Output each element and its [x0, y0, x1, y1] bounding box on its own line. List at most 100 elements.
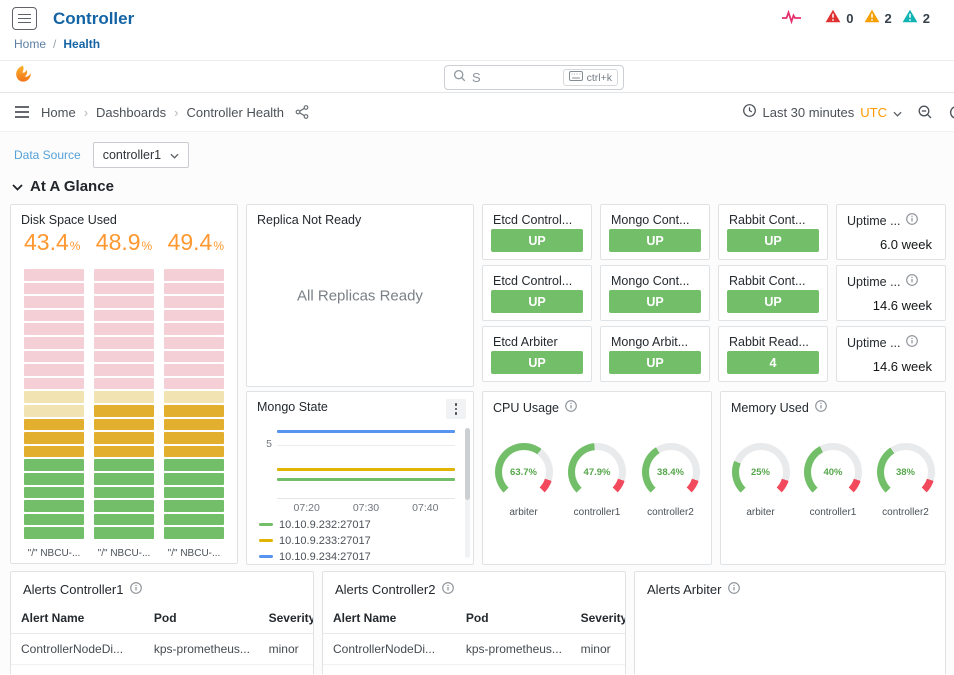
status-value: UP	[609, 351, 701, 374]
legend-item[interactable]: 10.10.9.233:27017	[259, 534, 371, 547]
status-title: Etcd Control...	[483, 266, 591, 290]
info-icon[interactable]	[906, 274, 918, 289]
status-title: Rabbit Cont...	[719, 205, 827, 229]
datasource-label[interactable]: Data Source	[14, 148, 81, 162]
disk-gauge-segment	[164, 487, 224, 499]
gauge-label: arbiter	[728, 507, 794, 518]
disk-gauge-segment	[24, 337, 84, 349]
gauge: 38% controller2	[873, 443, 939, 518]
legend-color-dash	[259, 555, 273, 558]
scrollbar-thumb[interactable]	[465, 428, 470, 500]
time-range-picker[interactable]: Last 30 minutes UTC	[742, 103, 903, 121]
disk-gauge-segment	[164, 514, 224, 526]
critical-alerts-indicator[interactable]: 0	[825, 9, 853, 28]
info-icon[interactable]	[442, 582, 454, 597]
disk-gauge-segment	[94, 527, 154, 539]
grafana-menu-icon[interactable]	[14, 105, 30, 119]
disk-gauge-segment	[164, 473, 224, 485]
warning-alerts-indicator[interactable]: 2	[864, 9, 892, 28]
disk-gauge-segment	[94, 296, 154, 308]
disk-gauge-segment	[24, 473, 84, 485]
info-alerts-indicator[interactable]: 2	[902, 9, 930, 28]
disk-stat-value: 49.4	[168, 229, 213, 255]
grafana-crumb-current[interactable]: Controller Health	[186, 105, 284, 120]
x-axis-tick: 07:40	[412, 502, 438, 514]
legend-item[interactable]: 10.10.9.234:27017	[259, 550, 371, 563]
disk-gauge-column	[94, 269, 154, 539]
info-icon[interactable]	[906, 213, 918, 228]
timezone-label: UTC	[860, 105, 887, 120]
zoom-out-icon[interactable]	[917, 104, 933, 120]
clock-icon	[742, 103, 757, 121]
search-input[interactable]: S ctrl+k	[444, 65, 624, 90]
app-menu-button[interactable]	[12, 7, 37, 30]
gauge-label: controller1	[564, 507, 630, 518]
status-value: UP	[491, 229, 583, 252]
panel-title-text: Memory Used	[731, 401, 809, 415]
grafana-crumb-home[interactable]: Home	[41, 105, 76, 120]
disk-gauge-segment	[94, 446, 154, 458]
refresh-icon[interactable]	[948, 104, 954, 121]
legend-item[interactable]: 10.10.9.232:27017	[259, 518, 371, 531]
status-panel: Etcd Arbiter UP	[482, 326, 592, 382]
grafana-crumb-separator: ›	[84, 105, 88, 120]
disk-gauge-segment	[94, 419, 154, 431]
gauge-hole: 47.9%	[575, 450, 619, 494]
memory-gauges: 25% arbiter 40% controller1 38% controll…	[721, 443, 945, 518]
panel-menu-icon[interactable]	[446, 399, 466, 419]
info-icon[interactable]	[565, 400, 577, 415]
disk-gauge-segment	[24, 391, 84, 403]
uptime-panel: Uptime ... 14.6 week	[836, 265, 946, 321]
status-panel: Etcd Control... UP	[482, 265, 592, 321]
share-dashboard-icon[interactable]	[295, 105, 309, 119]
disk-stat-unit: %	[70, 239, 81, 253]
disk-gauge-segment	[24, 269, 84, 281]
cpu-gauges: 63.7% arbiter 47.9% controller1 38.4% co…	[483, 443, 711, 518]
info-icon[interactable]	[130, 582, 142, 597]
column-header: Pod	[456, 603, 571, 634]
breadcrumb-separator: /	[53, 37, 56, 51]
disk-gauge-segment	[164, 527, 224, 539]
search-icon	[453, 69, 466, 87]
chevron-down-icon	[12, 178, 23, 195]
disk-stat-unit: %	[213, 239, 224, 253]
disk-stat-value: 43.4	[24, 229, 69, 255]
status-value: UP	[491, 351, 583, 374]
disk-gauge-segment	[164, 310, 224, 322]
disk-gauge-segment	[24, 514, 84, 526]
disk-stats: 43.4% 48.9% 49.4%	[11, 229, 237, 256]
status-title: Mongo Arbit...	[601, 327, 709, 351]
chevron-down-icon	[170, 148, 179, 162]
breadcrumb-home-link[interactable]: Home	[14, 37, 46, 51]
legend-scrollbar[interactable]	[465, 428, 470, 558]
table-header-row: Alert Name Pod Severity	[323, 603, 625, 634]
section-at-a-glance[interactable]: At A Glance	[12, 178, 114, 195]
uptime-title-text: Uptime ...	[847, 275, 901, 289]
info-icon[interactable]	[815, 400, 827, 415]
breadcrumb-current-link[interactable]: Health	[63, 37, 100, 51]
uptime-value: 14.6 week	[873, 359, 932, 374]
disk-gauge-segment	[164, 500, 224, 512]
grafana-logo-icon[interactable]	[13, 64, 33, 89]
activity-pulse-icon[interactable]	[782, 9, 801, 29]
gauge-ring: 63.7%	[495, 443, 553, 501]
alert-row: licenseLoadErrorscontroller-metric...war…	[11, 665, 313, 675]
panel-alerts-arbiter: Alerts Arbiter	[634, 571, 946, 674]
grafana-crumb-dashboards[interactable]: Dashboards	[96, 105, 166, 120]
critical-alert-count: 0	[846, 11, 853, 26]
status-panel: Mongo Cont... UP	[600, 204, 710, 260]
app-title: Controller	[53, 9, 134, 29]
series-line-233	[277, 468, 455, 471]
gauge-value: 25%	[751, 467, 770, 478]
disk-gauge-segment	[24, 405, 84, 417]
info-icon[interactable]	[906, 335, 918, 350]
disk-gauge-segment	[94, 269, 154, 281]
grafana-crumb-separator: ›	[174, 105, 178, 120]
datasource-value: controller1	[103, 148, 161, 162]
series-line-234	[277, 430, 455, 433]
disk-gauge-segment	[24, 527, 84, 539]
info-icon[interactable]	[728, 582, 740, 597]
status-value: UP	[609, 229, 701, 252]
datasource-dropdown[interactable]: controller1	[93, 142, 189, 168]
alerts-table: Alert Name Pod Severity ControllerNodeDi…	[11, 603, 313, 674]
